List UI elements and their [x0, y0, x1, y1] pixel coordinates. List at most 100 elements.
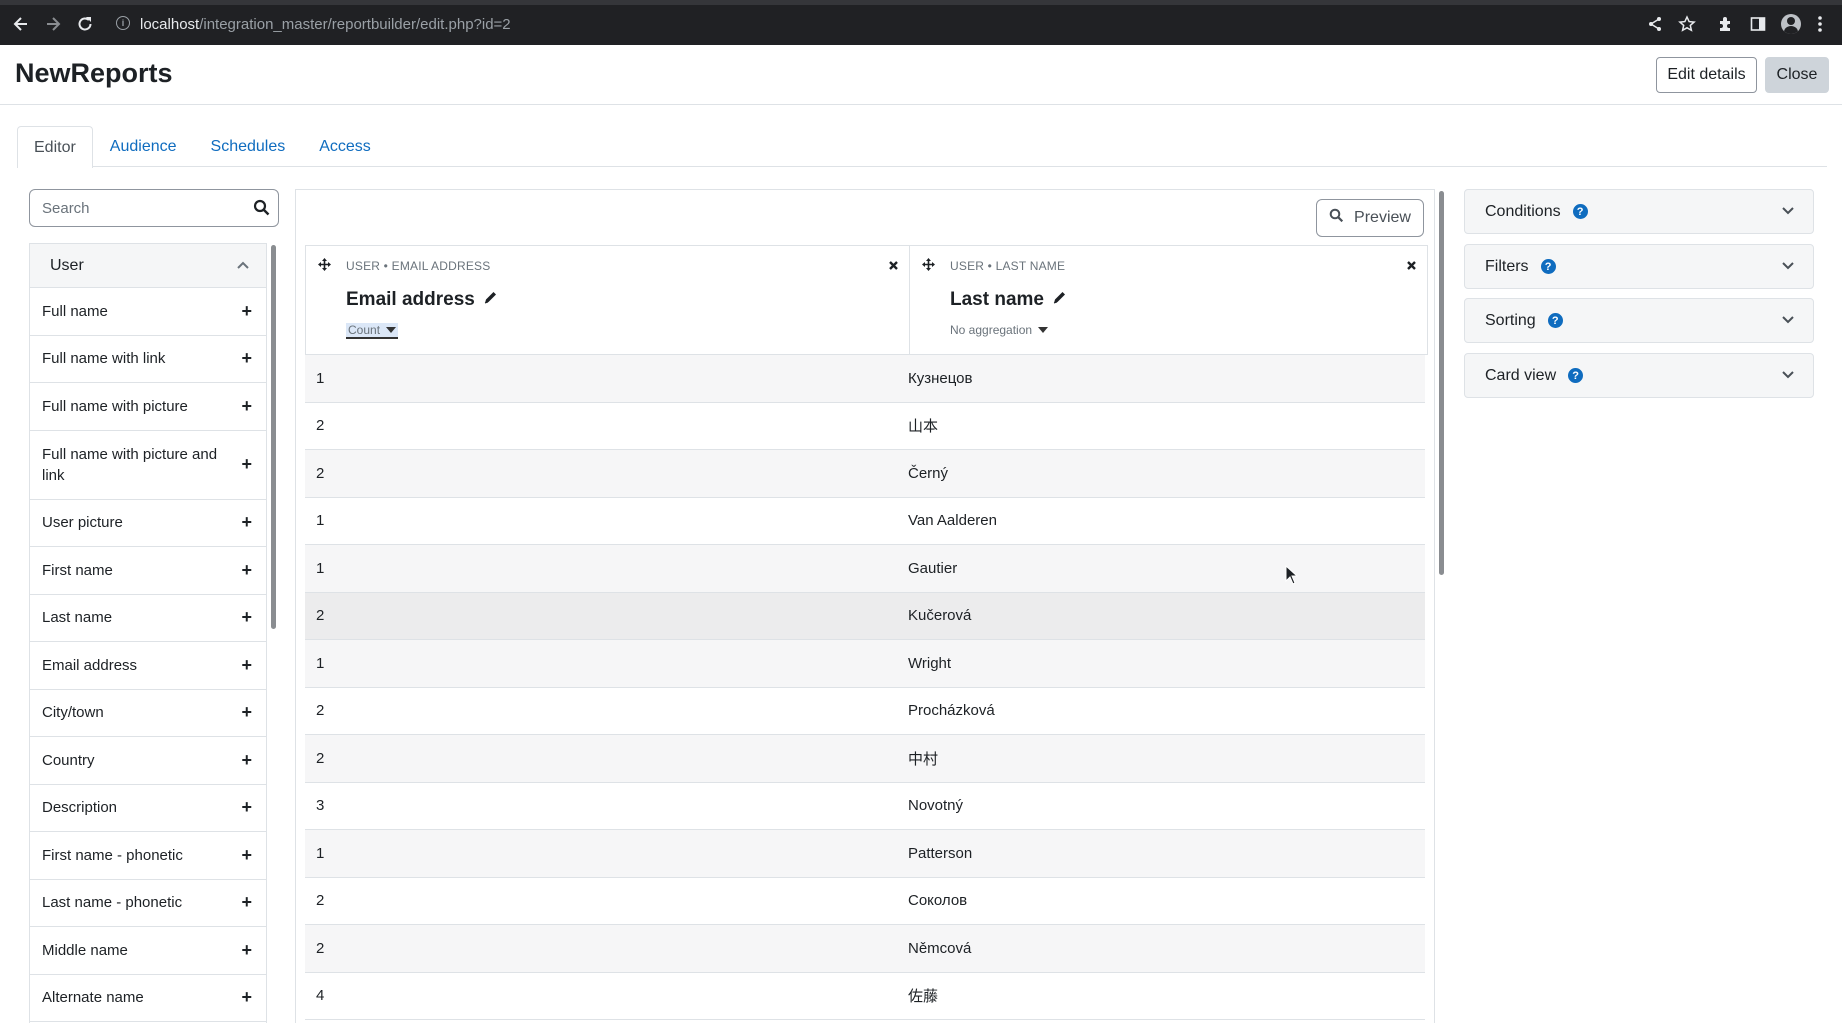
help-icon[interactable]: ? [1540, 259, 1556, 274]
sidebar-item-label: Alternate name [42, 989, 144, 1007]
move-icon[interactable] [922, 258, 935, 276]
filters-panel[interactable]: Filters ? [1464, 244, 1814, 289]
table-row: 2 山本 [305, 403, 1425, 450]
plus-icon: + [241, 749, 252, 770]
preview-button[interactable]: Preview [1316, 199, 1424, 237]
close-icon[interactable] [888, 258, 899, 275]
tab-schedules[interactable]: Schedules [194, 126, 303, 167]
plus-icon: + [241, 844, 252, 865]
help-icon[interactable]: ? [1568, 368, 1584, 383]
help-icon[interactable]: ? [1572, 204, 1588, 219]
sidebar-item-full-name-with-link[interactable]: Full name with link + [30, 336, 266, 383]
menu-icon[interactable] [1808, 12, 1832, 36]
sorting-panel[interactable]: Sorting ? [1464, 298, 1814, 343]
tab-editor[interactable]: Editor [17, 126, 93, 168]
report-editor: Preview USER • EMAIL ADDRESS Email addre… [295, 189, 1435, 1023]
cell-last-name: Кузнецов [908, 369, 973, 387]
column-header-last-name: USER • LAST NAME Last name No aggregatio… [909, 245, 1428, 355]
tab-access[interactable]: Access [302, 126, 388, 167]
table-row: 2 Kučerová [305, 592, 1425, 640]
url-host: localhost [140, 15, 200, 33]
report-table-body: 1 Кузнецов 2 山本 2 Černý 1 Van Aalderen 1 Gaut… [305, 355, 1425, 1020]
conditions-panel[interactable]: Conditions ? [1464, 189, 1814, 234]
cell-count: 1 [316, 369, 325, 387]
cell-count: 1 [316, 654, 325, 672]
sidebar-item-label: User picture [42, 514, 123, 532]
sidebar-scrollbar[interactable] [271, 245, 276, 629]
column-header-email-address: USER • EMAIL ADDRESS Email address Count [305, 245, 910, 355]
sidebar-item-label: Full name with link [42, 350, 166, 368]
profile-avatar-icon[interactable] [1779, 12, 1803, 36]
cell-last-name: Kučerová [908, 607, 972, 625]
cell-count: 1 [316, 844, 325, 862]
share-icon[interactable] [1643, 12, 1667, 36]
filters-label: Filters [1485, 257, 1529, 275]
sidebar-item-first-name[interactable]: First name + [30, 547, 266, 595]
close-icon[interactable] [1406, 258, 1417, 275]
extensions-icon[interactable] [1714, 12, 1738, 36]
sidebar-item-first-name-phonetic[interactable]: First name - phonetic + [30, 832, 266, 880]
edit-details-button[interactable]: Edit details [1656, 57, 1757, 93]
site-info-icon[interactable]: i [116, 16, 130, 30]
cell-last-name: Van Aalderen [908, 512, 997, 530]
forward-icon[interactable] [41, 12, 65, 36]
sidebar-item-full-name-with-picture-and-link[interactable]: Full name with picture and link + [30, 431, 266, 500]
close-button[interactable]: Close [1765, 57, 1829, 93]
pencil-icon[interactable] [483, 289, 498, 311]
card-view-label: Card view [1485, 366, 1557, 384]
sidebar-item-label: Full name [42, 302, 108, 320]
sidebar-item-city-town[interactable]: City/town + [30, 690, 266, 737]
sidebar-item-email-address[interactable]: Email address + [30, 642, 266, 690]
sidebar-item-full-name[interactable]: Full name + [30, 288, 266, 336]
sidebar-item-alternate-name[interactable]: Alternate name + [30, 975, 266, 1022]
sorting-label: Sorting [1485, 311, 1536, 329]
search-icon [1329, 208, 1344, 228]
plus-icon: + [241, 607, 252, 628]
cell-count: 3 [316, 797, 325, 815]
aggregation-select[interactable]: Count [346, 323, 399, 339]
aggregation-select[interactable]: No aggregation [950, 323, 1049, 337]
page-title: NewReports [15, 58, 173, 88]
plus-icon: + [241, 395, 252, 416]
sidebar-item-last-name[interactable]: Last name + [30, 595, 266, 642]
sidebar-item-description[interactable]: Description + [30, 785, 266, 832]
sidebar-group-header[interactable]: User [30, 244, 266, 288]
help-icon[interactable]: ? [1547, 313, 1563, 328]
address-bar[interactable]: localhost/integration_master/reportbuild… [140, 10, 511, 38]
side-panel-icon[interactable] [1746, 12, 1770, 36]
report-sources-sidebar: User Full name + Full name with link + Ful… [29, 243, 267, 1023]
cell-last-name: Соколов [908, 892, 968, 910]
search-input[interactable]: Search [29, 189, 279, 227]
card-view-panel[interactable]: Card view ? [1464, 353, 1814, 398]
sidebar-item-country[interactable]: Country + [30, 737, 266, 785]
editor-scrollbar[interactable] [1439, 191, 1444, 575]
aggregation-value: Count [348, 323, 381, 337]
sidebar-item-middle-name[interactable]: Middle name + [30, 927, 266, 975]
url-path: /integration_master/reportbuilder/edit.p… [199, 15, 511, 33]
tab-audience[interactable]: Audience [93, 126, 194, 167]
column-name[interactable]: Email address [346, 289, 498, 311]
table-row: 1 Кузнецов [305, 355, 1425, 403]
chevron-down-icon [1781, 312, 1795, 330]
sidebar-item-user-picture[interactable]: User picture + [30, 500, 266, 547]
back-icon[interactable] [9, 12, 33, 36]
browser-toolbar: i localhost/integration_master/reportbui… [0, 0, 1842, 45]
move-icon[interactable] [318, 258, 331, 276]
cell-count: 2 [316, 702, 325, 720]
plus-icon: + [241, 987, 252, 1008]
cell-count: 2 [316, 607, 325, 625]
reload-icon[interactable] [73, 12, 97, 36]
sidebar-item-full-name-with-picture[interactable]: Full name with picture + [30, 383, 266, 431]
pencil-icon[interactable] [1052, 289, 1067, 311]
sidebar-item-last-name-phonetic[interactable]: Last name - phonetic + [30, 880, 266, 927]
search-icon[interactable] [253, 199, 270, 221]
cell-last-name: 山本 [908, 418, 939, 436]
bookmark-star-icon[interactable] [1675, 12, 1699, 36]
table-row: 2 Černý [305, 450, 1425, 498]
cell-last-name: 佐藤 [908, 988, 939, 1006]
plus-icon: + [241, 559, 252, 580]
cell-last-name: Novotný [908, 797, 964, 815]
table-row: 3 Novotný [305, 783, 1425, 830]
column-title: Last name [950, 289, 1044, 310]
column-name[interactable]: Last name [950, 289, 1067, 311]
